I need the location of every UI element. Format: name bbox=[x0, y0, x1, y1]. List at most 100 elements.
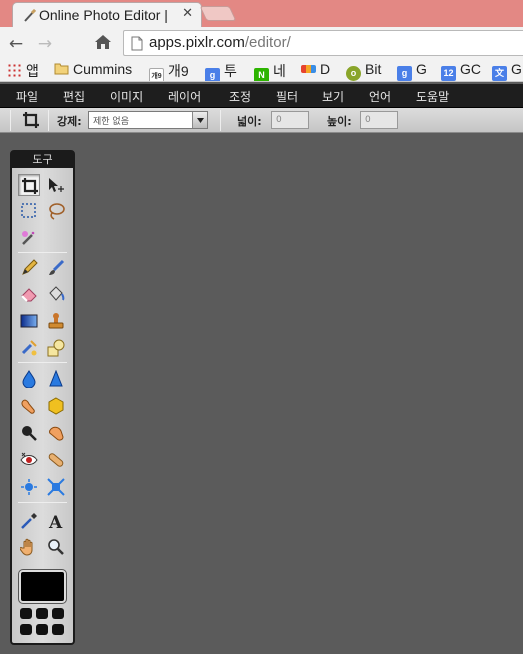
view-mode-button[interactable] bbox=[36, 608, 48, 619]
bookmark-gc[interactable]: 12 GC bbox=[441, 61, 481, 81]
wand-tool[interactable] bbox=[18, 227, 40, 249]
home-icon[interactable] bbox=[94, 33, 112, 51]
translate-icon: 文 bbox=[492, 66, 507, 81]
stamp-icon bbox=[48, 313, 64, 329]
menu-edit[interactable]: 편집 bbox=[63, 88, 85, 105]
bookmark-gae9[interactable]: 개9 개9 bbox=[149, 61, 189, 81]
pencil-icon bbox=[22, 259, 38, 275]
chevron-down-icon[interactable] bbox=[192, 112, 207, 128]
eraser-icon bbox=[21, 288, 37, 302]
hand-icon bbox=[20, 538, 33, 556]
zoom-tool[interactable] bbox=[45, 536, 67, 558]
workspace-canvas[interactable] bbox=[78, 134, 523, 654]
cone-icon bbox=[49, 370, 63, 387]
eraser-tool[interactable] bbox=[18, 283, 40, 305]
crop-icon bbox=[23, 112, 39, 128]
smudge-tool[interactable] bbox=[18, 395, 40, 417]
sponge-tool[interactable] bbox=[45, 395, 67, 417]
crop-tool[interactable] bbox=[18, 174, 40, 196]
bookmark-apps[interactable]: 앱 bbox=[7, 61, 39, 81]
bookmark-ne[interactable]: N네 bbox=[254, 61, 286, 81]
sponge-icon bbox=[48, 397, 64, 415]
pinch-tool[interactable] bbox=[45, 476, 67, 498]
bloat-tool[interactable] bbox=[18, 476, 40, 498]
bookmark-d[interactable]: D bbox=[301, 61, 330, 81]
apps-grid-icon bbox=[7, 63, 22, 78]
width-input[interactable]: 0 bbox=[271, 111, 309, 129]
magic-wand-icon bbox=[22, 231, 35, 245]
bookmark-cummins[interactable]: Cummins bbox=[54, 61, 132, 81]
clone-stamp-tool[interactable] bbox=[45, 310, 67, 332]
magnifier-icon bbox=[48, 539, 64, 555]
foreground-color-swatch[interactable] bbox=[18, 569, 67, 604]
red-eye-tool[interactable] bbox=[18, 449, 40, 471]
brush-tool[interactable] bbox=[45, 257, 67, 279]
eyedropper-icon bbox=[21, 513, 37, 529]
pinch-icon bbox=[47, 478, 65, 496]
menu-filter[interactable]: 필터 bbox=[276, 88, 298, 105]
constraint-label: 강제: bbox=[57, 115, 82, 128]
browser-tab[interactable]: Online Photo Editor | ✕ bbox=[12, 2, 202, 27]
paint-bucket-icon bbox=[49, 286, 65, 301]
browser-tabstrip: Online Photo Editor | ✕ bbox=[0, 0, 523, 27]
constraint-select[interactable]: 제한 없음 bbox=[88, 111, 208, 129]
divider bbox=[10, 110, 11, 131]
marquee-tool[interactable] bbox=[18, 200, 40, 222]
divider bbox=[18, 252, 67, 253]
app-menubar: 파일 편집 이미지 레이어 조정 필터 보기 언어 도움말 bbox=[0, 84, 523, 108]
bookmark-g[interactable]: gG bbox=[397, 61, 427, 81]
naver-icon: N bbox=[254, 68, 269, 81]
menu-file[interactable]: 파일 bbox=[16, 88, 38, 105]
back-arrow-icon[interactable]: ← bbox=[6, 34, 26, 54]
menu-help[interactable]: 도움말 bbox=[416, 88, 449, 105]
text-icon: A bbox=[48, 513, 63, 530]
divider bbox=[18, 362, 67, 363]
lasso-tool[interactable] bbox=[45, 200, 67, 222]
close-tab-icon[interactable]: ✕ bbox=[182, 6, 193, 21]
burn-tool[interactable] bbox=[45, 422, 67, 444]
menu-language[interactable]: 언어 bbox=[369, 88, 391, 105]
page-icon bbox=[131, 36, 143, 51]
address-bar[interactable]: apps.pixlr.com/editor/ bbox=[123, 30, 523, 56]
crop-icon bbox=[22, 178, 38, 194]
marquee-icon bbox=[21, 203, 36, 218]
sharpen-tool[interactable] bbox=[45, 368, 67, 390]
menu-adjust[interactable]: 조정 bbox=[229, 88, 251, 105]
forward-arrow-icon[interactable]: → bbox=[35, 34, 55, 54]
pencil-tool[interactable] bbox=[18, 257, 40, 279]
move-tool[interactable] bbox=[45, 174, 67, 196]
bookmark-bit[interactable]: o Bit bbox=[346, 61, 381, 81]
bookmark-tu[interactable]: g투 bbox=[205, 61, 237, 81]
view-mode-button[interactable] bbox=[20, 608, 32, 619]
spot-heal-tool[interactable] bbox=[45, 449, 67, 471]
menu-view[interactable]: 보기 bbox=[322, 88, 344, 105]
pixlr-favicon-icon bbox=[24, 8, 37, 22]
view-mode-button[interactable] bbox=[20, 624, 32, 635]
hand-tool[interactable] bbox=[18, 536, 40, 558]
view-mode-button[interactable] bbox=[52, 624, 64, 635]
type-tool[interactable]: A bbox=[45, 510, 67, 532]
bit-icon: o bbox=[346, 66, 361, 81]
divider bbox=[48, 110, 49, 131]
color-replace-tool[interactable] bbox=[18, 337, 40, 359]
bucket-tool[interactable] bbox=[45, 283, 67, 305]
blur-tool[interactable] bbox=[18, 368, 40, 390]
constraint-value: 제한 없음 bbox=[93, 117, 129, 127]
view-mode-button[interactable] bbox=[36, 624, 48, 635]
folder-icon bbox=[54, 63, 69, 75]
view-mode-button[interactable] bbox=[52, 608, 64, 619]
dodge-icon bbox=[22, 426, 37, 441]
color-replace-icon bbox=[21, 340, 37, 356]
dodge-tool[interactable] bbox=[18, 422, 40, 444]
bookmark-translate[interactable]: 文G bbox=[492, 61, 522, 81]
height-input[interactable]: 0 bbox=[360, 111, 398, 129]
gradient-icon bbox=[20, 314, 38, 328]
menu-layer[interactable]: 레이어 bbox=[168, 88, 201, 105]
gradient-tool[interactable] bbox=[18, 310, 40, 332]
burn-hand-icon bbox=[49, 426, 64, 441]
menu-image[interactable]: 이미지 bbox=[110, 88, 143, 105]
drawing-tool[interactable] bbox=[45, 337, 67, 359]
tools-panel-title[interactable]: 도구 bbox=[12, 152, 73, 168]
color-picker-tool[interactable] bbox=[18, 510, 40, 532]
new-tab-button[interactable] bbox=[199, 6, 237, 21]
